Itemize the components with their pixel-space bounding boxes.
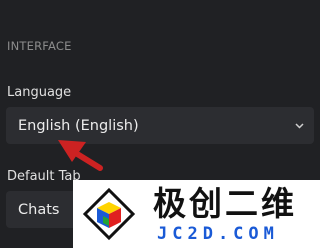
default-tab-label: Default Tab [7,169,81,184]
chevron-down-icon [295,122,304,129]
cube-logo-icon [82,187,136,241]
language-select-value: English (English) [18,117,139,134]
watermark-logo: 极创二维 JC2D.COM [73,180,320,248]
watermark-title: 极创二维 [153,184,297,223]
default-tab-select-value: Chats [18,201,60,218]
watermark-domain: JC2D.COM [157,224,279,244]
language-select[interactable]: English (English) [6,107,314,144]
language-label: Language [7,85,72,100]
section-header-interface: INTERFACE [7,39,72,53]
